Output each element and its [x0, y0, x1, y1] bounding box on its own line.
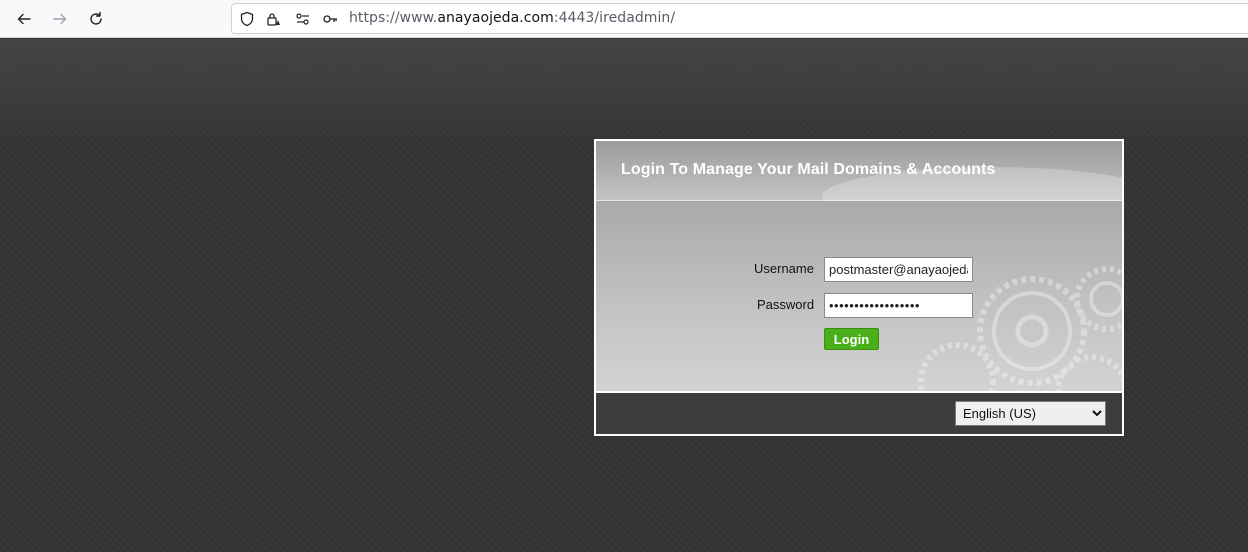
login-form: Username Password Login	[596, 201, 1122, 391]
back-button[interactable]	[10, 5, 38, 33]
login-footer: English (US)	[596, 391, 1122, 434]
shield-icon[interactable]	[239, 11, 255, 27]
password-input[interactable]	[824, 293, 973, 318]
insecure-lock-icon[interactable]	[265, 11, 281, 27]
url-host: anayaojeda.com	[437, 10, 554, 26]
page-background: Login To Manage Your Mail Domains & Acco…	[0, 39, 1248, 552]
url-prefix: https://www.	[349, 10, 438, 26]
url-bar[interactable]: https://www.anayaojeda.com:4443/iredadmi…	[231, 3, 1248, 34]
login-header: Login To Manage Your Mail Domains & Acco…	[596, 141, 1122, 227]
username-input[interactable]	[824, 257, 973, 282]
username-label: Username	[754, 261, 814, 276]
browser-toolbar: https://www.anayaojeda.com:4443/iredadmi…	[0, 0, 1248, 38]
key-icon[interactable]	[322, 11, 338, 27]
password-label: Password	[757, 297, 815, 312]
login-panel: Login To Manage Your Mail Domains & Acco…	[594, 139, 1124, 436]
url-text[interactable]: https://www.anayaojeda.com:4443/iredadmi…	[349, 10, 675, 26]
forward-button[interactable]	[46, 5, 74, 33]
login-title: Login To Manage Your Mail Domains & Acco…	[621, 161, 996, 178]
arrow-left-icon	[17, 13, 31, 25]
arrow-right-icon	[53, 13, 67, 25]
permissions-icon[interactable]	[295, 11, 311, 27]
language-select[interactable]: English (US)	[955, 401, 1106, 426]
url-suffix: :4443/iredadmin/	[553, 10, 676, 26]
reload-button[interactable]	[82, 5, 110, 33]
reload-icon	[90, 11, 102, 25]
login-button[interactable]: Login	[824, 328, 879, 350]
